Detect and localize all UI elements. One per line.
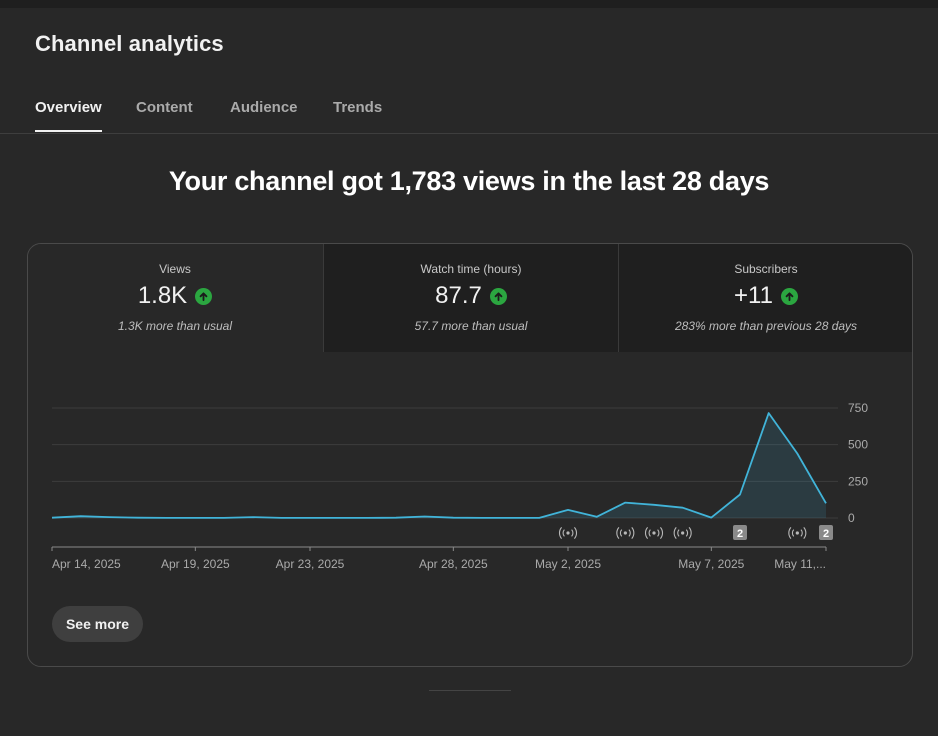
views-chart[interactable]: 750 500 250 0 Apr 14, 2025 Apr 19, 2025 Apr 23… bbox=[28, 352, 912, 592]
y-tick-label: 500 bbox=[848, 438, 868, 452]
data-point[interactable] bbox=[566, 507, 571, 512]
data-point[interactable] bbox=[537, 515, 542, 520]
data-point[interactable] bbox=[365, 515, 370, 520]
x-tick-label: Apr 14, 2025 bbox=[52, 557, 121, 571]
analytics-card: Views 1.8K 1.3K more than usual Watch ti… bbox=[27, 243, 913, 667]
metric-views[interactable]: Views 1.8K 1.3K more than usual bbox=[28, 244, 322, 352]
x-tick-label: May 2, 2025 bbox=[535, 557, 601, 571]
tab-audience[interactable]: Audience bbox=[230, 99, 298, 132]
metric-label: Subscribers bbox=[734, 262, 798, 276]
data-point[interactable] bbox=[709, 515, 714, 520]
data-point[interactable] bbox=[824, 501, 829, 506]
divider bbox=[429, 690, 511, 691]
live-stream-icon[interactable] bbox=[673, 527, 692, 539]
x-tick-label: Apr 23, 2025 bbox=[276, 557, 345, 571]
x-tick-label: Apr 19, 2025 bbox=[161, 557, 230, 571]
data-point[interactable] bbox=[652, 502, 657, 507]
y-tick-label: 0 bbox=[848, 511, 855, 525]
metric-value: 87.7 bbox=[435, 282, 482, 309]
data-point[interactable] bbox=[508, 515, 513, 520]
live-stream-icon[interactable] bbox=[644, 527, 664, 539]
data-point[interactable] bbox=[136, 515, 141, 520]
data-point[interactable] bbox=[394, 515, 399, 520]
live-stream-icon[interactable] bbox=[788, 527, 807, 539]
tab-trends[interactable]: Trends bbox=[333, 99, 382, 132]
data-point[interactable] bbox=[164, 515, 169, 520]
top-border bbox=[0, 0, 938, 8]
data-point[interactable] bbox=[594, 514, 599, 519]
x-tick-label: May 7, 2025 bbox=[678, 557, 744, 571]
arrow-up-circle-icon bbox=[195, 287, 213, 305]
metric-note: 283% more than previous 28 days bbox=[674, 319, 858, 333]
live-stream-icon[interactable] bbox=[616, 527, 635, 539]
x-tick-label: May 11,... bbox=[774, 557, 826, 571]
metric-label: Watch time (hours) bbox=[420, 262, 522, 276]
metric-label: Views bbox=[159, 262, 191, 276]
metric-tabs: Views 1.8K 1.3K more than usual Watch ti… bbox=[28, 244, 912, 352]
tab-overview[interactable]: Overview bbox=[35, 99, 102, 132]
metric-subscribers[interactable]: Subscribers +11 283% more than previous … bbox=[618, 244, 912, 352]
metric-watch-time[interactable]: Watch time (hours) 87.7 57.7 more than u… bbox=[323, 244, 618, 352]
tab-bar: Overview Content Audience Trends bbox=[0, 96, 938, 134]
data-point[interactable] bbox=[738, 492, 743, 497]
arrow-up-circle-icon bbox=[489, 287, 507, 305]
data-point[interactable] bbox=[766, 411, 771, 416]
event-count-label: 2 bbox=[737, 528, 743, 540]
data-point[interactable] bbox=[193, 515, 198, 520]
live-stream-icon[interactable] bbox=[558, 527, 578, 539]
data-point[interactable] bbox=[480, 515, 485, 520]
tab-content[interactable]: Content bbox=[136, 99, 193, 132]
metric-value-row: +11 bbox=[619, 282, 912, 310]
y-tick-label: 250 bbox=[848, 474, 868, 488]
data-point[interactable] bbox=[680, 505, 685, 510]
data-point[interactable] bbox=[422, 514, 427, 519]
data-point[interactable] bbox=[222, 515, 227, 520]
y-tick-label: 750 bbox=[848, 401, 868, 415]
metric-value: 1.8K bbox=[137, 282, 188, 309]
data-point[interactable] bbox=[308, 515, 313, 520]
views-series-line bbox=[51, 412, 827, 519]
metric-note: 57.7 more than usual bbox=[414, 319, 528, 333]
see-more-button[interactable]: See more bbox=[52, 606, 143, 642]
views-area bbox=[52, 413, 826, 518]
event-count-label: 2 bbox=[823, 528, 829, 540]
data-point[interactable] bbox=[795, 451, 800, 456]
data-point[interactable] bbox=[623, 500, 628, 505]
data-point[interactable] bbox=[50, 515, 55, 520]
data-point[interactable] bbox=[279, 515, 284, 520]
page-title: Channel analytics bbox=[35, 31, 224, 56]
metric-value: +11 bbox=[734, 282, 773, 309]
data-point[interactable] bbox=[336, 515, 341, 520]
data-point[interactable] bbox=[107, 515, 112, 520]
metric-note: 1.3K more than usual bbox=[117, 319, 233, 333]
metric-value-row: 87.7 bbox=[324, 282, 618, 310]
data-point[interactable] bbox=[250, 515, 255, 520]
metric-value-row: 1.8K bbox=[28, 282, 322, 310]
arrow-up-circle-icon bbox=[780, 287, 798, 305]
summary-headline: Your channel got 1,783 views in the last… bbox=[168, 166, 770, 196]
data-point[interactable] bbox=[78, 514, 83, 519]
x-tick-label: Apr 28, 2025 bbox=[419, 557, 488, 571]
data-point[interactable] bbox=[451, 515, 456, 520]
